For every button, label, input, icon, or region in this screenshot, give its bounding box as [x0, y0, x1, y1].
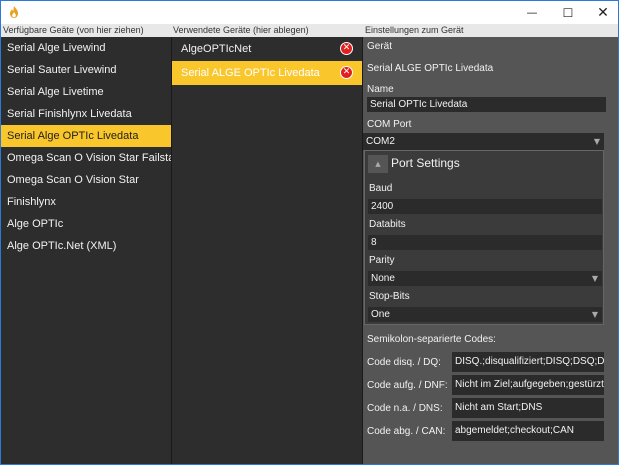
minimize-button[interactable]: —: [515, 1, 549, 24]
available-device-item[interactable]: Serial Alge Livewind: [1, 37, 171, 59]
baud-label: Baud: [369, 183, 393, 194]
databits-label: Databits: [369, 219, 406, 230]
remove-icon[interactable]: ✕: [340, 66, 353, 79]
name-field[interactable]: Serial OPTIc Livedata: [367, 97, 606, 112]
code-dq-label: Code disq. / DQ:: [367, 357, 441, 368]
code-dnf-field[interactable]: Nicht im Ziel;aufgegeben;gestürzt;: [452, 375, 604, 395]
databits-field[interactable]: 8: [368, 235, 602, 250]
available-devices-header: Verfügbare Geäte (von hier ziehen): [1, 24, 171, 37]
chevron-down-icon: ▼: [593, 137, 600, 146]
used-device-item[interactable]: AlgeOPTIcNet ✕: [172, 37, 362, 61]
parity-value: None: [371, 273, 395, 284]
code-can-field[interactable]: abgemeldet;checkout;CAN: [452, 421, 604, 441]
port-settings-expander: ▲ Port Settings Baud 2400 Databits 8 Par…: [364, 150, 604, 325]
port-settings-title: Port Settings: [391, 156, 460, 170]
parity-label: Parity: [369, 255, 395, 266]
device-settings-panel: Gerät Serial ALGE OPTIc Livedata Name Se…: [363, 37, 618, 464]
chevron-down-icon: ▼: [591, 274, 598, 283]
chevron-down-icon: ▼: [591, 310, 598, 319]
remove-icon[interactable]: ✕: [340, 42, 353, 55]
stopbits-select[interactable]: One ▼: [368, 307, 602, 322]
code-dq-field[interactable]: DISQ.;disqualifiziert;DISQ;DSQ;DQ: [452, 352, 604, 372]
code-can-label: Code abg. / CAN:: [367, 426, 446, 437]
name-label: Name: [367, 84, 394, 95]
available-devices-list: Serial Alge Livewind Serial Sauter Livew…: [1, 37, 181, 464]
available-device-item[interactable]: Serial Alge Livetime: [1, 81, 171, 103]
device-label: Gerät: [367, 41, 393, 52]
com-port-select[interactable]: COM2 ▼: [363, 133, 604, 150]
available-device-item[interactable]: Omega Scan O Vision Star Failstart: [1, 147, 181, 169]
close-button[interactable]: ✕: [586, 1, 618, 24]
title-bar: — ☐ ✕: [1, 1, 618, 24]
baud-field[interactable]: 2400: [368, 199, 602, 214]
com-port-label: COM Port: [367, 119, 412, 130]
used-devices-header: Verwendete Geräte (hier ablegen): [171, 24, 363, 37]
parity-select[interactable]: None ▼: [368, 271, 602, 286]
code-dns-field[interactable]: Nicht am Start;DNS: [452, 398, 604, 418]
maximize-button[interactable]: ☐: [551, 1, 585, 24]
code-dnf-label: Code aufg. / DNF:: [367, 380, 448, 391]
used-devices-list: AlgeOPTIcNet ✕ Serial ALGE OPTIc Livedat…: [171, 37, 363, 464]
available-device-item[interactable]: Serial Finishlynx Livedata: [1, 103, 171, 125]
available-device-item[interactable]: Alge OPTIc: [1, 213, 171, 235]
stopbits-value: One: [371, 309, 390, 320]
available-device-item-selected[interactable]: Serial Alge OPTIc Livedata: [1, 125, 171, 147]
stopbits-label: Stop-Bits: [369, 291, 410, 302]
app-flame-icon: [7, 5, 21, 19]
com-port-value: COM2: [366, 136, 395, 147]
device-value: Serial ALGE OPTIc Livedata: [367, 63, 494, 74]
used-device-item-selected[interactable]: Serial ALGE OPTIc Livedata ✕: [172, 61, 362, 85]
available-device-item[interactable]: Finishlynx: [1, 191, 171, 213]
available-device-item[interactable]: Serial Sauter Livewind: [1, 59, 171, 81]
device-settings-header: Einstellungen zum Gerät: [363, 24, 618, 37]
code-dns-label: Code n.a. / DNS:: [367, 403, 443, 414]
available-device-item[interactable]: Alge OPTIc.Net (XML): [1, 235, 171, 257]
codes-title: Semikolon-separierte Codes:: [367, 334, 496, 345]
collapse-up-icon[interactable]: ▲: [368, 155, 388, 173]
used-device-label: AlgeOPTIcNet: [181, 43, 252, 55]
main-window: — ☐ ✕ Verfügbare Geäte (von hier ziehen)…: [0, 0, 619, 465]
available-device-item[interactable]: Omega Scan O Vision Star: [1, 169, 171, 191]
used-device-label: Serial ALGE OPTIc Livedata: [181, 67, 320, 79]
